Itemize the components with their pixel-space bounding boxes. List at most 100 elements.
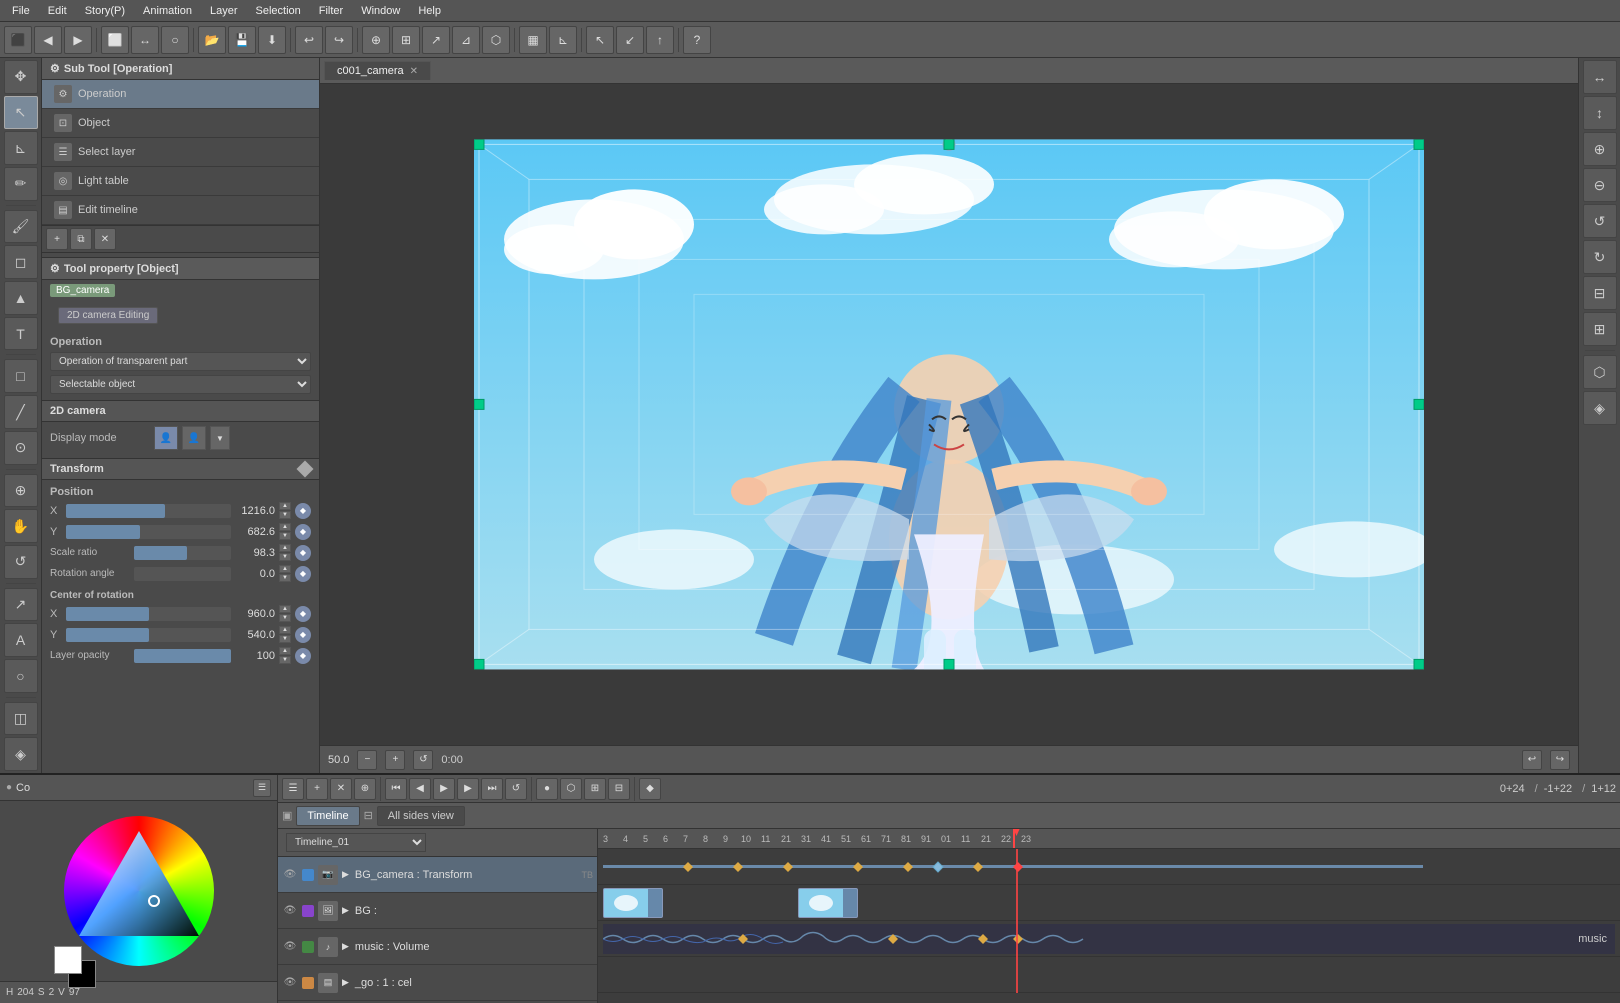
subtool-copy-btn[interactable]: ⧉: [70, 228, 92, 250]
toolbar-arrow-left[interactable]: ◀: [34, 26, 62, 54]
x-slider[interactable]: [66, 504, 231, 518]
menu-help[interactable]: Help: [410, 3, 449, 19]
timeline-layer-go[interactable]: 👁 ▤ ▶ _go : 1 : cel: [278, 965, 597, 1001]
center-x-up[interactable]: ▲: [279, 605, 291, 613]
tool-circle[interactable]: ○: [4, 659, 38, 693]
y-down-arrow[interactable]: ▼: [279, 532, 291, 540]
menu-filter[interactable]: Filter: [311, 3, 351, 19]
vis-btn-go[interactable]: 👁: [282, 975, 298, 991]
menu-animation[interactable]: Animation: [135, 3, 200, 19]
right-btn4[interactable]: ⊖: [1583, 168, 1617, 202]
tool-text[interactable]: T: [4, 317, 38, 351]
timeline-right[interactable]: 3 4 5 6 7 8 9 10 11 21 31 41 51: [598, 829, 1620, 1003]
timeline-expand-btn[interactable]: ⊕: [354, 778, 376, 800]
canvas-viewport[interactable]: [320, 84, 1578, 745]
subtool-item-object[interactable]: ⊡ Object: [42, 109, 319, 138]
timeline-onion-btn[interactable]: ⬡: [560, 778, 582, 800]
toolbar-skew[interactable]: ⊿: [452, 26, 480, 54]
tool-line[interactable]: ╱: [4, 395, 38, 429]
toolbar-transform[interactable]: ↔: [131, 26, 159, 54]
opacity-diamond[interactable]: ◆: [295, 648, 311, 664]
center-y-diamond[interactable]: ◆: [295, 627, 311, 643]
tool-lasso[interactable]: ⊾: [4, 131, 38, 165]
subtool-item-selectlayer[interactable]: ☰ Select layer: [42, 138, 319, 167]
subtool-delete-btn[interactable]: ✕: [94, 228, 116, 250]
zoom-in-btn[interactable]: +: [385, 750, 405, 770]
menu-file[interactable]: File: [4, 3, 38, 19]
toolbar-circle[interactable]: ○: [161, 26, 189, 54]
x-down-arrow[interactable]: ▼: [279, 511, 291, 519]
timeline-menu-btn[interactable]: ☰: [282, 778, 304, 800]
scale-up-arrow[interactable]: ▲: [279, 544, 291, 552]
menu-edit[interactable]: Edit: [40, 3, 75, 19]
canvas-redo-btn[interactable]: ↪: [1550, 750, 1570, 770]
timeline-diamond-btn[interactable]: ◆: [639, 778, 661, 800]
toolbar-new[interactable]: ⬛: [4, 26, 32, 54]
center-x-down[interactable]: ▼: [279, 614, 291, 622]
timeline-add-btn[interactable]: +: [306, 778, 328, 800]
tool-brush[interactable]: 🖌: [4, 210, 38, 244]
tool-eyedrop[interactable]: ⊙: [4, 431, 38, 465]
toolbar-select2[interactable]: ▦: [519, 26, 547, 54]
vis-btn-bg-camera[interactable]: 👁: [282, 867, 298, 883]
rotation-down-arrow[interactable]: ▼: [279, 574, 291, 582]
timeline-loop-btn[interactable]: ↺: [505, 778, 527, 800]
toolbar-cursor3[interactable]: ↑: [646, 26, 674, 54]
color-settings-btn[interactable]: ☰: [253, 779, 271, 797]
timeline-play-btn[interactable]: ▶: [433, 778, 455, 800]
timeline-goto-start-btn[interactable]: ⏮: [385, 778, 407, 800]
toolbar-distort[interactable]: ⬡: [482, 26, 510, 54]
tool-rotate[interactable]: ↺: [4, 545, 38, 579]
right-btn9[interactable]: ⬡: [1583, 355, 1617, 389]
right-btn3[interactable]: ⊕: [1583, 132, 1617, 166]
timeline-tab-allsides[interactable]: All sides view: [377, 806, 465, 826]
vis-btn-bg[interactable]: 👁: [282, 903, 298, 919]
subtool-item-operation[interactable]: ⚙ Operation: [42, 80, 319, 109]
timeline-layer-bg[interactable]: 👁 🖼 ▶ BG :: [278, 893, 597, 929]
color-wheel[interactable]: [64, 816, 214, 966]
display-mode-dropdown[interactable]: ▼: [210, 426, 230, 450]
tool-hand[interactable]: ✋: [4, 509, 38, 543]
toolbar-open[interactable]: 📂: [198, 26, 226, 54]
rotate-canvas-btn[interactable]: ↺: [413, 750, 433, 770]
menu-window[interactable]: Window: [353, 3, 408, 19]
canvas-tab-main[interactable]: c001_camera ✕: [324, 61, 431, 80]
toolbar-arrow-right[interactable]: ▶: [64, 26, 92, 54]
timeline-next-frame-btn[interactable]: ▶: [457, 778, 479, 800]
timeline-delete-btn[interactable]: ✕: [330, 778, 352, 800]
toolbar-save[interactable]: 💾: [228, 26, 256, 54]
scale-diamond-btn[interactable]: ◆: [295, 545, 311, 561]
right-btn8[interactable]: ⊞: [1583, 312, 1617, 346]
right-btn10[interactable]: ◈: [1583, 391, 1617, 425]
center-y-down[interactable]: ▼: [279, 635, 291, 643]
y-up-arrow[interactable]: ▲: [279, 523, 291, 531]
tool-select[interactable]: ↖: [4, 96, 38, 130]
opacity-up[interactable]: ▲: [279, 647, 291, 655]
layer-expand-bg[interactable]: ▶: [342, 869, 349, 880]
canvas-tab-close-btn[interactable]: ✕: [410, 66, 418, 77]
center-y-slider[interactable]: [66, 628, 231, 642]
operation-select[interactable]: Operation of transparent part: [50, 352, 311, 371]
selectable-select[interactable]: Selectable object: [50, 375, 311, 394]
tool-zoom[interactable]: ⊕: [4, 474, 38, 508]
center-x-slider[interactable]: [66, 607, 231, 621]
camera-edit-button[interactable]: 2D camera Editing: [58, 307, 158, 324]
timeline-goto-end-btn[interactable]: ⏭: [481, 778, 503, 800]
right-btn6[interactable]: ↻: [1583, 240, 1617, 274]
subtool-item-edittimeline[interactable]: ▤ Edit timeline: [42, 196, 319, 225]
y-slider[interactable]: [66, 525, 231, 539]
layer-expand-go[interactable]: ▶: [342, 977, 349, 988]
timeline-snap-btn[interactable]: ⊟: [608, 778, 630, 800]
menu-story[interactable]: Story(P): [77, 3, 133, 19]
subtool-add-btn[interactable]: +: [46, 228, 68, 250]
camera-section-header[interactable]: 2D camera: [42, 400, 319, 422]
tool-arrow[interactable]: ↗: [4, 588, 38, 622]
toolbar-cursor[interactable]: ↖: [586, 26, 614, 54]
display-mode-btn1[interactable]: 👤: [154, 426, 178, 450]
timeline-tab-main[interactable]: Timeline: [296, 806, 359, 826]
toolbar-redo[interactable]: ↪: [325, 26, 353, 54]
x-up-arrow[interactable]: ▲: [279, 502, 291, 510]
timeline-prev-frame-btn[interactable]: ◀: [409, 778, 431, 800]
toolbar-export[interactable]: ⬇: [258, 26, 286, 54]
rotation-diamond-btn[interactable]: ◆: [295, 566, 311, 582]
